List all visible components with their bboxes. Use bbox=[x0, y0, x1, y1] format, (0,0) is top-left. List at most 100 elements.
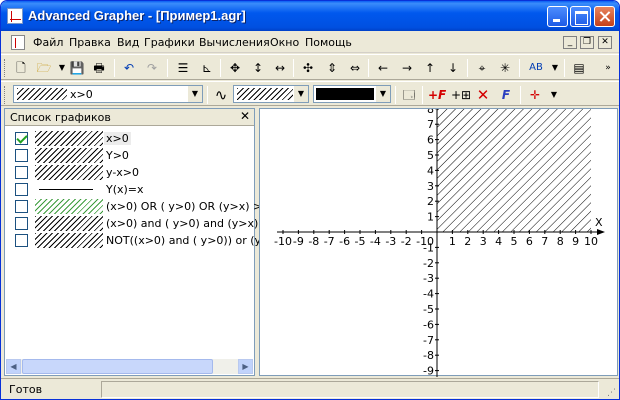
axes-icon[interactable]: ⊾ bbox=[198, 59, 216, 77]
compress-horizontal-icon[interactable]: ⇔ bbox=[346, 59, 364, 77]
undo-icon[interactable]: ↶ bbox=[120, 59, 138, 77]
delete-graph-icon[interactable]: ✕ bbox=[474, 86, 492, 104]
x-tick-label: -5 bbox=[355, 235, 366, 248]
list-item[interactable]: x>0 bbox=[5, 130, 254, 147]
horizontal-scrollbar[interactable]: ◀ ▶ bbox=[6, 359, 253, 374]
graph-select-value: x>0 bbox=[70, 88, 93, 101]
x-tick-label: -4 bbox=[370, 235, 381, 248]
edit-graph-icon[interactable]: F bbox=[497, 86, 515, 104]
intersection-dropdown-icon[interactable]: ▼ bbox=[545, 86, 563, 104]
graph-style-swatch bbox=[35, 131, 103, 146]
properties-icon[interactable]: ▤ bbox=[570, 59, 588, 77]
list-item[interactable]: NOT((x>0) and ( y>0)) or (y>x) bbox=[5, 232, 281, 249]
add-table-icon[interactable]: +⊞ bbox=[451, 86, 471, 104]
arrow-right-icon[interactable]: → bbox=[398, 59, 416, 77]
add-graph-icon[interactable]: +F bbox=[428, 86, 446, 104]
intersection-icon[interactable]: ✛ bbox=[526, 86, 544, 104]
new-file-icon[interactable]: 🗋 bbox=[12, 59, 30, 77]
graph-toolbar: x>0 ▼ ∿ ▼ ▼ 🗔 +F +⊞ ✕ F ✛ ▼ bbox=[1, 81, 619, 106]
zoom-in-all-icon[interactable]: ✣ bbox=[299, 59, 317, 77]
fill-style-swatch bbox=[237, 88, 293, 100]
graph-visibility-checkbox[interactable] bbox=[15, 200, 28, 213]
mdi-close-button[interactable]: ✕ bbox=[598, 36, 612, 49]
scroll-right-icon[interactable]: ▶ bbox=[238, 359, 253, 374]
color-select[interactable]: ▼ bbox=[313, 85, 391, 103]
plot-area[interactable]: XY-10-9-8-7-6-5-4-3-2-112345678910-10-9-… bbox=[259, 108, 619, 377]
redo-icon[interactable]: ↷ bbox=[143, 59, 161, 77]
y-tick-label: -5 bbox=[423, 303, 434, 316]
menu-view[interactable]: Вид bbox=[117, 36, 139, 49]
graph-style-swatch bbox=[35, 233, 103, 248]
stretch-horizontal-icon[interactable]: ↔ bbox=[271, 59, 289, 77]
graph-visibility-checkbox[interactable] bbox=[15, 149, 28, 162]
resize-grip-icon[interactable]: ⋰ bbox=[607, 388, 616, 398]
print-icon[interactable]: 🖶 bbox=[90, 59, 108, 77]
menu-edit[interactable]: Правка bbox=[69, 36, 111, 49]
graph-visibility-checkbox[interactable] bbox=[15, 132, 28, 145]
graph-formula-label: Y(x)=x bbox=[106, 183, 144, 196]
y-tick-label: 1 bbox=[427, 211, 434, 224]
toolbar-overflow-icon[interactable]: » bbox=[599, 59, 617, 77]
status-text: Готов bbox=[9, 383, 43, 396]
compress-vertical-icon[interactable]: ⇕ bbox=[323, 59, 341, 77]
menu-bar: Файл Правка Вид Графики Вычисления Окно … bbox=[1, 32, 619, 53]
app-icon[interactable] bbox=[7, 8, 23, 24]
font-icon[interactable]: AB bbox=[525, 59, 547, 77]
y-tick-label: 5 bbox=[427, 149, 434, 162]
menu-graphs[interactable]: Графики bbox=[144, 36, 195, 49]
stretch-vertical-icon[interactable]: ↕ bbox=[249, 59, 267, 77]
scroll-left-icon[interactable]: ◀ bbox=[6, 359, 21, 374]
chevron-down-icon[interactable]: ▼ bbox=[376, 86, 390, 102]
minimize-button[interactable] bbox=[547, 6, 568, 27]
save-icon[interactable]: 💾 bbox=[68, 59, 86, 77]
title-bar[interactable]: Advanced Grapher - [Пример1.agr] bbox=[1, 1, 619, 31]
menu-window[interactable]: Окно bbox=[270, 36, 299, 49]
mdi-minimize-button[interactable]: _ bbox=[563, 36, 577, 49]
center-icon[interactable]: ⌖ bbox=[473, 59, 491, 77]
y-tick-label: -6 bbox=[423, 318, 434, 331]
graph-visibility-checkbox[interactable] bbox=[15, 166, 28, 179]
graph-visibility-checkbox[interactable] bbox=[15, 183, 28, 196]
menu-file[interactable]: Файл bbox=[33, 36, 63, 49]
list-item[interactable]: (x>0) OR ( y>0) OR (y>x) >0 bbox=[5, 198, 269, 215]
list-item[interactable]: (x>0) and ( y>0) and (y>x) >0 bbox=[5, 215, 278, 232]
maximize-button[interactable] bbox=[570, 6, 591, 27]
plot-canvas[interactable]: XY-10-9-8-7-6-5-4-3-2-112345678910-10-9-… bbox=[260, 109, 619, 377]
list-item[interactable]: Y>0 bbox=[5, 147, 254, 164]
graph-properties-icon[interactable]: 🗔 bbox=[400, 86, 418, 104]
font-dropdown-icon[interactable]: ▼ bbox=[546, 59, 564, 77]
list-icon[interactable]: ☰ bbox=[174, 59, 192, 77]
arrow-down-icon[interactable]: ↓ bbox=[444, 59, 462, 77]
arrow-left-icon[interactable]: ← bbox=[374, 59, 392, 77]
panel-close-icon[interactable]: ✕ bbox=[240, 109, 250, 123]
mdi-restore-button[interactable]: ❐ bbox=[580, 36, 594, 49]
graph-visibility-checkbox[interactable] bbox=[15, 217, 28, 230]
graph-select[interactable]: x>0 ▼ bbox=[13, 85, 203, 103]
chevron-down-icon[interactable]: ▼ bbox=[294, 86, 308, 102]
move-all-icon[interactable]: ✥ bbox=[226, 59, 244, 77]
toolbar-grip[interactable] bbox=[4, 59, 7, 77]
graph-formula-label: NOT((x>0) and ( y>0)) or (y>x) bbox=[106, 234, 282, 247]
fit-icon[interactable]: ✳ bbox=[496, 59, 514, 77]
menu-help[interactable]: Помощь bbox=[305, 36, 352, 49]
arrow-up-icon[interactable]: ↑ bbox=[421, 59, 439, 77]
document-icon[interactable] bbox=[11, 35, 25, 50]
x-tick-label: 3 bbox=[480, 235, 487, 248]
x-tick-label: 6 bbox=[526, 235, 533, 248]
scroll-thumb[interactable] bbox=[22, 359, 213, 374]
graph-style-swatch bbox=[35, 148, 103, 163]
x-tick-label: 1 bbox=[449, 235, 456, 248]
x-axis-arrow bbox=[597, 229, 605, 235]
chevron-down-icon[interactable]: ▼ bbox=[188, 86, 202, 102]
open-folder-icon[interactable]: 🗁 bbox=[35, 59, 53, 77]
graph-visibility-checkbox[interactable] bbox=[15, 234, 28, 247]
menu-calculations[interactable]: Вычисления bbox=[199, 36, 270, 49]
toolbar-grip-2[interactable] bbox=[4, 86, 7, 104]
line-style-icon[interactable]: ∿ bbox=[212, 86, 230, 104]
fill-style-select[interactable]: ▼ bbox=[233, 85, 309, 103]
list-item[interactable]: Y(x)=x bbox=[5, 181, 254, 198]
close-button[interactable] bbox=[594, 6, 615, 27]
y-tick-label: 2 bbox=[427, 195, 434, 208]
y-tick-label: 3 bbox=[427, 180, 434, 193]
list-item[interactable]: y-x>0 bbox=[5, 164, 254, 181]
